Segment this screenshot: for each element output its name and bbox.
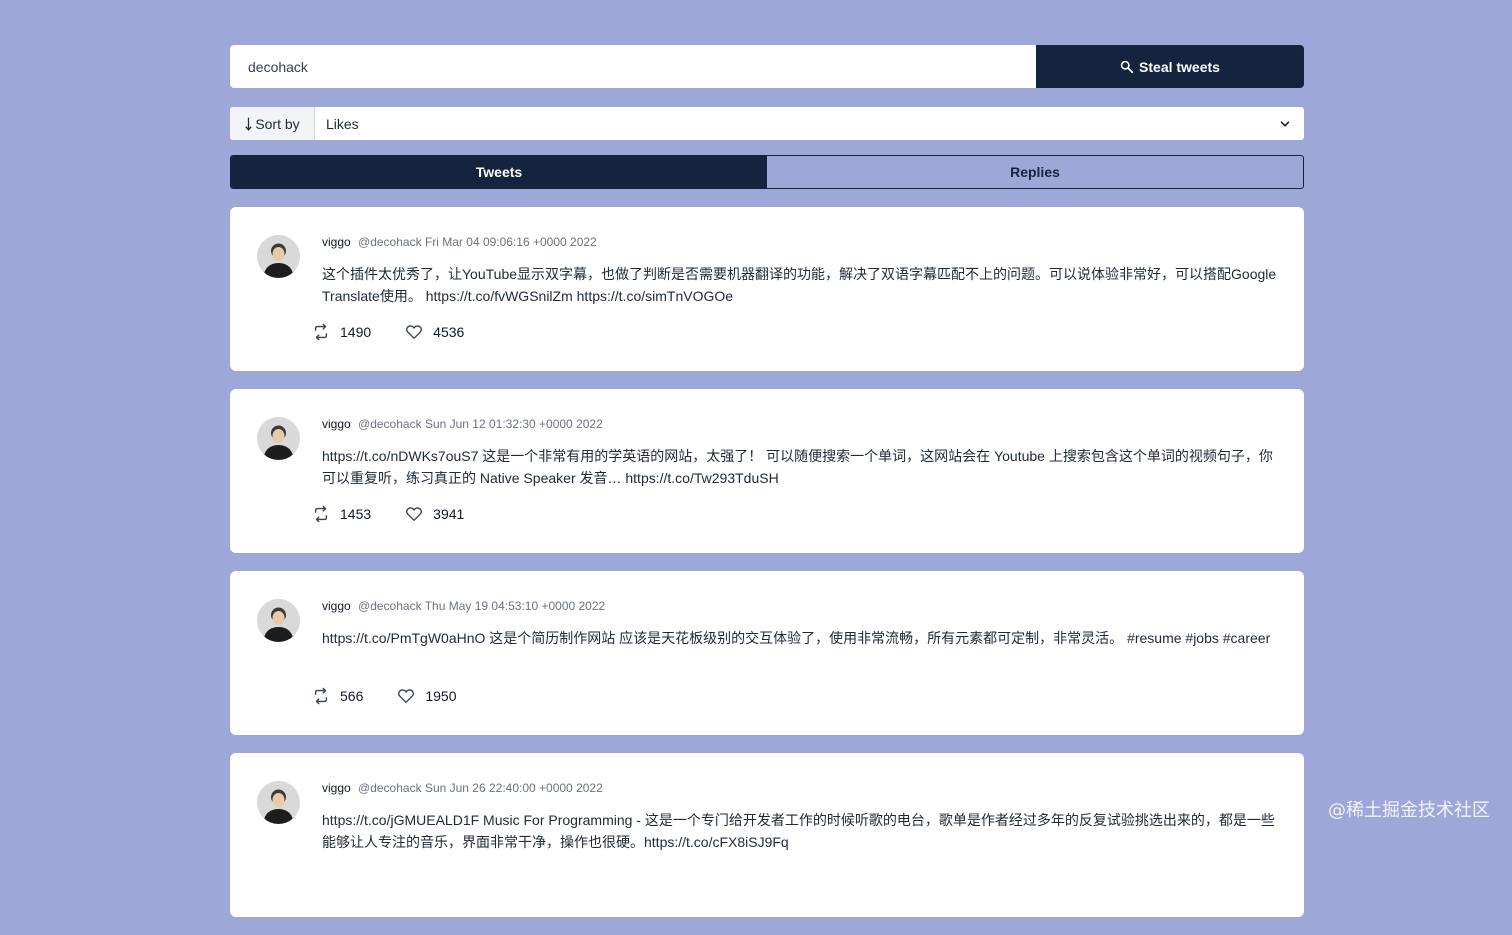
like-count: 4536 [433,324,465,340]
tweet-card: viggo @decohack Thu May 19 04:53:10 +000… [230,571,1304,735]
avatar[interactable] [257,235,300,278]
sort-by-text: Sort by [255,115,300,132]
author-handle[interactable]: @decohack [358,235,422,249]
arrow-down-icon [245,117,252,131]
tweet-text: https://t.co/jGMUEALD1F Music For Progra… [322,812,1275,850]
tweet-text: 这个插件太优秀了，让YouTube显示双字幕，也做了判断是否需要机器翻译的功能，… [322,266,1277,304]
retweet-icon [314,687,328,705]
tweet-meta: viggo @decohack Sun Jun 12 01:32:30 +000… [322,417,1280,431]
like-count: 3941 [433,506,465,522]
tweet-meta: viggo @decohack Fri Mar 04 09:06:16 +000… [322,235,1280,249]
retweet-count: 1490 [340,324,372,340]
like-count: 1950 [425,688,457,704]
tweet-stats: 566 1950 [312,687,457,705]
retweet-count: 1453 [340,506,372,522]
tweet-card: viggo @decohack Sun Jun 26 22:40:00 +000… [230,753,1304,917]
tweet-text: https://t.co/nDWKs7ouS7 这是一个非常有用的学英语的网站，… [322,448,1273,486]
watermark: @稀土掘金技术社区 [1328,800,1490,821]
like-stat[interactable]: 3941 [405,505,464,523]
like-stat[interactable]: 1950 [397,687,457,705]
sort-by-label: Sort by [230,107,315,140]
tab-bar: Tweets Replies [230,155,1304,189]
sort-control: Sort by Likes [230,107,1304,140]
heart-icon [406,325,423,339]
tweet-text: https://t.co/PmTgW0aHnO 这是个简历制作网站 应该是天花板… [322,630,1271,646]
tweet-content: viggo @decohack Thu May 19 04:53:10 +000… [322,599,1280,671]
author-name[interactable]: viggo [322,417,351,431]
main-container: Steal tweets Sort by Likes Tweets Replie… [230,45,1304,935]
tweet-date: Fri Mar 04 09:06:16 +0000 2022 [424,235,597,249]
author-name[interactable]: viggo [322,235,351,249]
steal-tweets-button[interactable]: Steal tweets [1036,45,1304,88]
retweet-stat[interactable]: 566 [312,687,363,705]
tab-replies[interactable]: Replies [767,156,1303,188]
retweet-icon [314,505,328,523]
retweet-stat[interactable]: 1453 [312,505,371,523]
heart-icon [406,507,423,521]
tweet-content: viggo @decohack Sun Jun 12 01:32:30 +000… [322,417,1280,489]
tweet-date: Thu May 19 04:53:10 +0000 2022 [424,599,606,613]
avatar[interactable] [257,599,300,642]
tweet-content: viggo @decohack Fri Mar 04 09:06:16 +000… [322,235,1280,307]
retweet-stat[interactable]: 1490 [312,323,371,341]
author-name[interactable]: viggo [322,781,351,795]
tweet-content: viggo @decohack Sun Jun 26 22:40:00 +000… [322,781,1280,853]
retweet-icon [314,323,328,341]
tweet-card: viggo @decohack Fri Mar 04 09:06:16 +000… [230,207,1304,371]
tweet-stats: 1490 4536 [312,323,464,341]
search-bar: Steal tweets [230,45,1304,88]
retweet-count: 566 [340,688,364,704]
chevron-down-icon [1280,120,1290,127]
search-icon [1120,60,1134,73]
tweet-meta: viggo @decohack Sun Jun 26 22:40:00 +000… [322,781,1280,795]
author-name[interactable]: viggo [322,599,351,613]
heart-icon [398,689,415,703]
tweet-date: Sun Jun 12 01:32:30 +0000 2022 [424,417,603,431]
tweet-date: Sun Jun 26 22:40:00 +0000 2022 [424,781,603,795]
author-handle[interactable]: @decohack [358,417,422,431]
avatar[interactable] [257,417,300,460]
sort-select[interactable]: Likes [315,107,1304,140]
like-stat[interactable]: 4536 [405,323,464,341]
steal-tweets-label: Steal tweets [1139,58,1220,75]
search-input[interactable] [230,45,1036,88]
tab-tweets[interactable]: Tweets [231,156,767,188]
author-handle[interactable]: @decohack [358,781,422,795]
tweet-card: viggo @decohack Sun Jun 12 01:32:30 +000… [230,389,1304,553]
tweet-stats: 1453 3941 [312,505,464,523]
tweet-feed: viggo @decohack Fri Mar 04 09:06:16 +000… [230,207,1304,917]
avatar[interactable] [257,781,300,824]
sort-selected-value: Likes [326,115,359,132]
author-handle[interactable]: @decohack [358,599,422,613]
tweet-meta: viggo @decohack Thu May 19 04:53:10 +000… [322,599,1280,613]
